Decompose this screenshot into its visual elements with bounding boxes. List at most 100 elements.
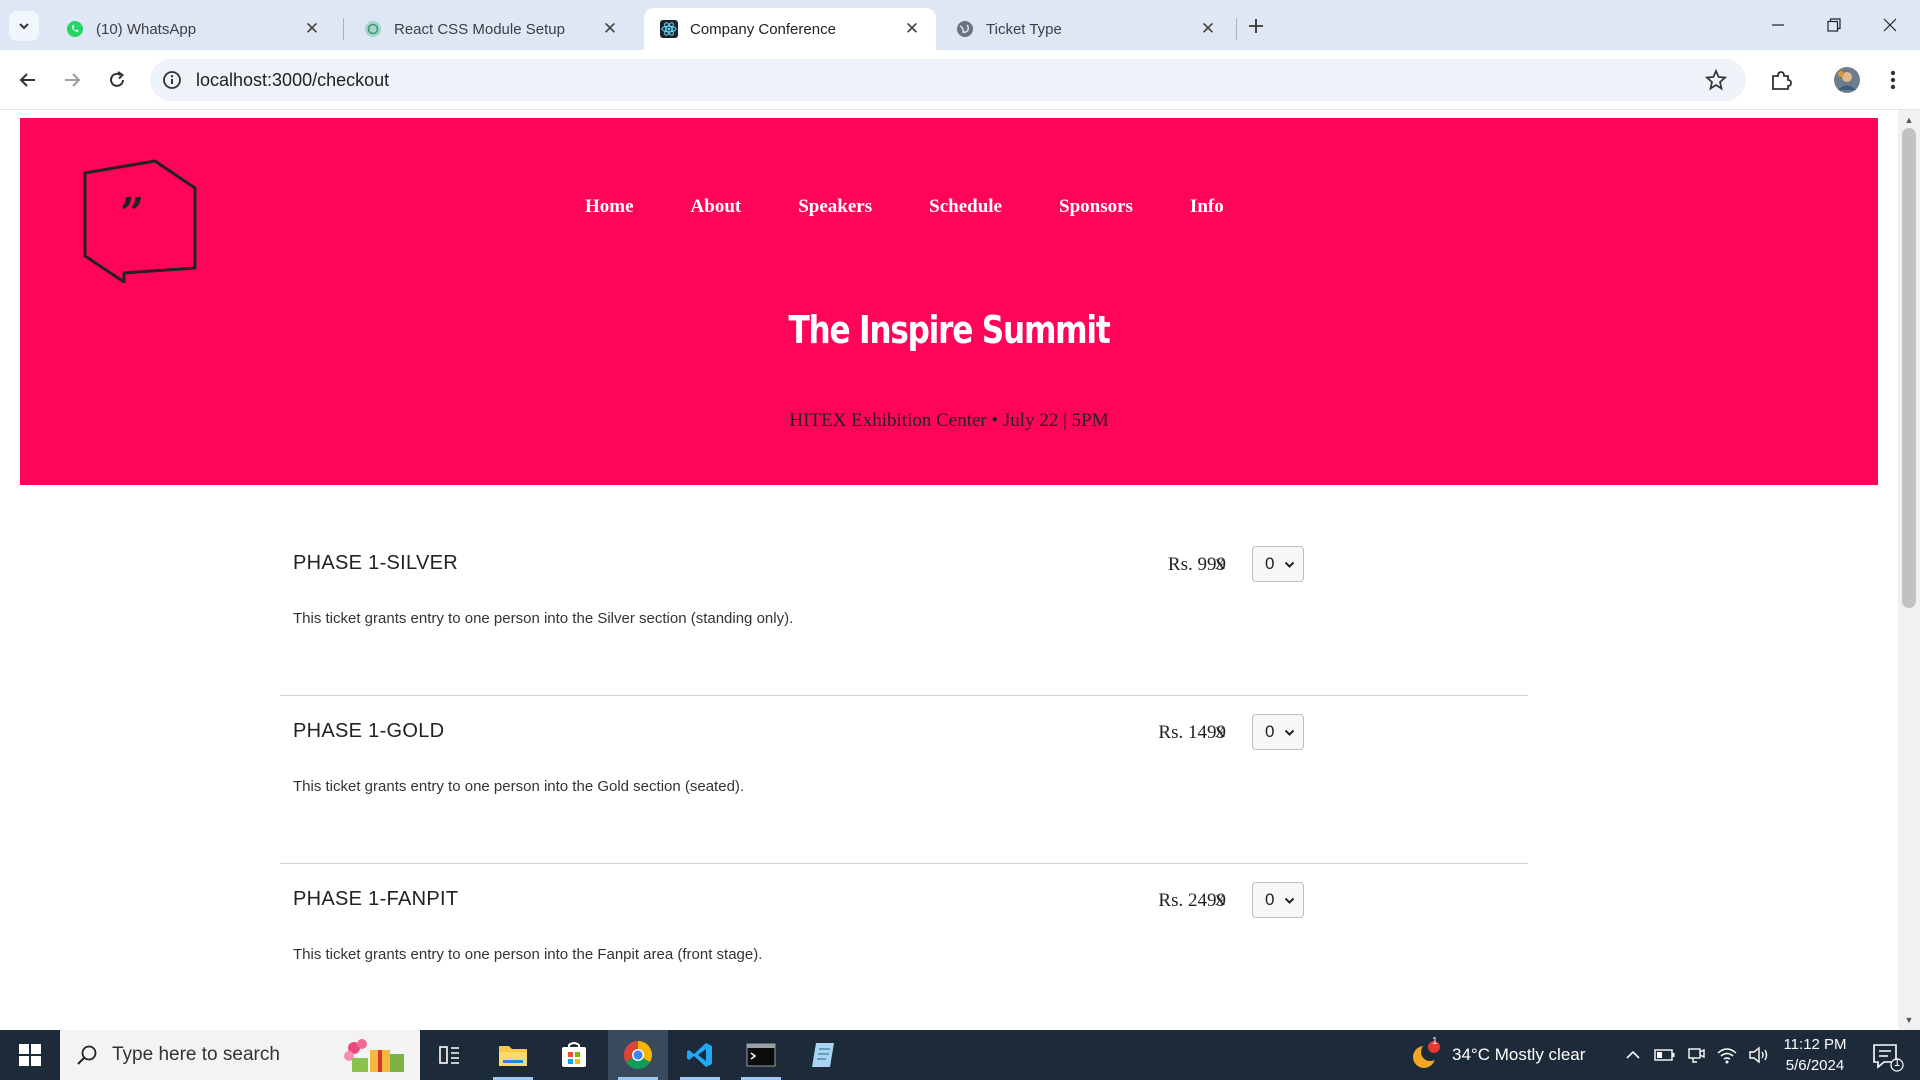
extensions-button[interactable] [1764, 63, 1798, 97]
hero-banner: ” Home About Speakers Schedule Sponsors … [20, 118, 1878, 485]
new-tab-button[interactable] [1241, 11, 1271, 41]
scrollbar-thumb[interactable] [1902, 128, 1916, 608]
scroll-down-arrow-icon[interactable]: ▼ [1904, 1015, 1914, 1025]
ticket-name: PHASE 1-GOLD [293, 720, 445, 742]
quantity-value: 0 [1265, 554, 1275, 573]
restore-button[interactable] [1806, 0, 1862, 50]
taskbar-file-explorer[interactable] [483, 1030, 543, 1080]
taskbar-terminal[interactable] [731, 1030, 791, 1080]
globe-icon [956, 20, 974, 38]
nav-about[interactable]: About [691, 196, 742, 218]
quantity-select[interactable]: 0 [1252, 882, 1304, 918]
avatar [1834, 67, 1860, 93]
url-text[interactable]: localhost:3000/checkout [196, 70, 389, 91]
weather-text: 34°C Mostly clear [1452, 1045, 1586, 1064]
forward-button[interactable] [55, 63, 89, 97]
ticket-name: PHASE 1-SILVER [293, 552, 459, 574]
tab-divider [343, 18, 344, 40]
windows-taskbar: Type here to search 1 34°C Mostly clear [0, 1030, 1920, 1080]
clock-time: 11:12 PM [1783, 1036, 1847, 1053]
task-view-button[interactable] [420, 1030, 480, 1080]
quantity-value: 0 [1265, 722, 1275, 741]
chatgpt-icon [364, 20, 382, 38]
quantity-select[interactable]: 0 [1252, 714, 1304, 750]
close-icon[interactable]: ✕ [302, 19, 322, 39]
weather-badge: 1 [1432, 1036, 1438, 1047]
tab-react-css-module-setup[interactable]: React CSS Module Setup ✕ [348, 8, 634, 50]
svg-text:”: ” [120, 189, 144, 238]
close-icon[interactable]: ✕ [600, 19, 620, 39]
site-nav: Home About Speakers Schedule Sponsors In… [585, 196, 1281, 218]
gift-flowers-icon [344, 1039, 404, 1072]
page-viewport: ” Home About Speakers Schedule Sponsors … [0, 110, 1898, 1030]
terminal-icon [746, 1043, 776, 1067]
nav-speakers[interactable]: Speakers [798, 196, 872, 218]
address-bar[interactable]: localhost:3000/checkout [150, 59, 1746, 101]
react-icon [660, 20, 678, 38]
close-icon [1883, 18, 1897, 32]
clock-date: 5/6/2024 [1785, 1057, 1845, 1074]
ticket-description: This ticket grants entry to one person i… [293, 778, 745, 795]
nav-sponsors[interactable]: Sponsors [1059, 196, 1133, 218]
arrow-right-icon [65, 73, 81, 87]
chevron-down-icon [1284, 729, 1295, 736]
profile-button[interactable] [1830, 63, 1864, 97]
taskbar-microsoft-store[interactable] [544, 1030, 604, 1080]
tab-title: Ticket Type [986, 20, 1062, 38]
tab-company-conference[interactable]: Company Conference ✕ [644, 8, 936, 50]
search-placeholder: Type here to search [112, 1044, 280, 1065]
site-info-icon[interactable] [160, 68, 184, 92]
search-icon [77, 1045, 97, 1065]
multiplier-label: x [1215, 720, 1225, 742]
nav-info[interactable]: Info [1190, 196, 1224, 218]
ticket-row-gold: PHASE 1-GOLD Rs. 1499 x 0 This ticket gr… [280, 696, 1528, 864]
ticket-row-fanpit: PHASE 1-FANPIT Rs. 2499 x 0 This ticket … [280, 864, 1528, 1030]
vscode-icon [687, 1043, 712, 1067]
whatsapp-icon [66, 20, 84, 38]
arrow-left-icon [19, 73, 35, 87]
notepad-icon [812, 1043, 834, 1067]
tab-whatsapp[interactable]: (10) WhatsApp ✕ [50, 8, 336, 50]
taskbar-notepad-app[interactable] [793, 1030, 853, 1080]
ticket-name: PHASE 1-FANPIT [293, 888, 459, 910]
more-vertical-icon [1890, 70, 1896, 90]
bookmark-star-icon[interactable] [1704, 68, 1728, 92]
event-details: HITEX Exhibition Center • July 22 | 5PM [789, 410, 1109, 431]
windows-logo-icon [19, 1044, 41, 1066]
back-button[interactable] [11, 63, 45, 97]
tab-strip: (10) WhatsApp ✕ React CSS Module Setup ✕… [0, 0, 1920, 50]
ticket-row-silver: PHASE 1-SILVER Rs. 999 x 0 This ticket g… [280, 528, 1528, 696]
taskbar-vscode[interactable] [670, 1030, 730, 1080]
plus-icon [1249, 19, 1263, 33]
minimize-button[interactable] [1750, 0, 1806, 50]
battery-icon[interactable] [1654, 1048, 1676, 1062]
notifications-button[interactable]: 1 [1866, 1040, 1906, 1072]
nav-schedule[interactable]: Schedule [929, 196, 1002, 218]
page-scrollbar[interactable]: ▲ ▼ [1898, 110, 1920, 1030]
quote-logo-icon[interactable]: ” [80, 158, 200, 283]
close-window-button[interactable] [1862, 0, 1918, 50]
taskbar-chrome[interactable] [608, 1030, 668, 1080]
tab-search-button[interactable] [9, 11, 39, 41]
wifi-icon[interactable] [1716, 1046, 1738, 1064]
quantity-value: 0 [1265, 890, 1275, 909]
scroll-up-arrow-icon[interactable]: ▲ [1904, 115, 1914, 125]
reload-button[interactable] [100, 63, 134, 97]
taskbar-clock[interactable]: 11:12 PM 5/6/2024 [1760, 1034, 1870, 1076]
weather-widget[interactable]: 1 34°C Mostly clear [1410, 1030, 1585, 1080]
chevron-up-icon[interactable] [1624, 1046, 1642, 1064]
multiplier-label: x [1215, 888, 1225, 910]
quantity-select[interactable]: 0 [1252, 546, 1304, 582]
tab-ticket-type[interactable]: Ticket Type ✕ [940, 8, 1232, 50]
taskbar-search[interactable]: Type here to search [60, 1030, 420, 1080]
meet-now-icon[interactable] [1686, 1045, 1706, 1065]
store-icon [562, 1042, 586, 1067]
close-icon[interactable]: ✕ [1198, 19, 1218, 39]
notification-count: 1 [1894, 1057, 1901, 1069]
chrome-menu-button[interactable] [1876, 63, 1910, 97]
chevron-down-icon [19, 23, 29, 30]
nav-home[interactable]: Home [585, 196, 634, 218]
close-icon[interactable]: ✕ [902, 19, 922, 39]
start-button[interactable] [0, 1030, 60, 1080]
ticket-description: This ticket grants entry to one person i… [293, 946, 763, 963]
